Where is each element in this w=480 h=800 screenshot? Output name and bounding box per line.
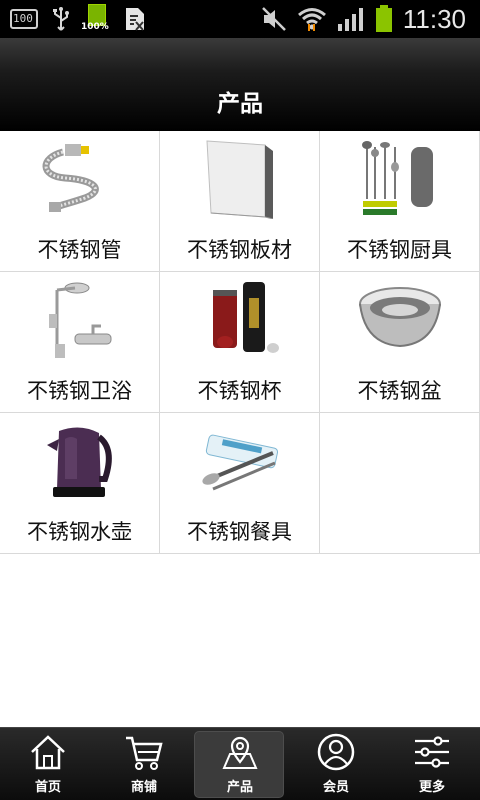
kettle-image	[30, 419, 130, 501]
map-pin-icon	[222, 736, 258, 769]
nav-more-label: 更多	[418, 780, 445, 795]
product-item-bathroom[interactable]: 不锈钢卫浴	[0, 272, 160, 413]
hose-image	[30, 137, 130, 219]
basin-image	[350, 278, 450, 360]
sliders-icon	[415, 736, 449, 768]
product-item-sheet[interactable]: 不锈钢板材	[160, 131, 320, 272]
product-item-basin[interactable]: 不锈钢盆	[320, 272, 480, 413]
nav-shop[interactable]: 商铺	[96, 728, 192, 800]
page-title: 产品	[217, 91, 263, 117]
nav-home-label: 首页	[34, 780, 61, 795]
battery-icon	[375, 5, 392, 32]
usb-icon	[53, 7, 69, 31]
document-icon	[126, 8, 144, 31]
nav-home[interactable]: 首页	[0, 728, 96, 800]
status-bar-notifications: 100 100%	[10, 4, 146, 34]
product-label: 不锈钢厨具	[347, 238, 452, 262]
thermos-image	[190, 278, 290, 360]
clock: 11:30	[402, 3, 466, 34]
empty-cell	[320, 413, 480, 554]
battery-level-text: 100%	[81, 22, 109, 32]
wifi-icon	[297, 8, 326, 31]
product-label: 不锈钢餐具	[187, 520, 292, 544]
status-bar: 100 100% 11:30	[0, 0, 480, 38]
product-label: 不锈钢管	[37, 238, 122, 262]
battery-percent-text: 100	[13, 12, 33, 25]
bottom-nav: 首页 商铺 产品 会员 更多	[0, 727, 480, 800]
battery-full-notification-icon: 100%	[81, 4, 110, 34]
status-bar-system: 11:30	[261, 3, 466, 35]
mute-icon	[261, 7, 286, 31]
user-icon	[317, 733, 355, 771]
product-item-kitchenware[interactable]: 不锈钢厨具	[320, 131, 480, 272]
nav-products-label: 产品	[226, 780, 253, 795]
product-label: 不锈钢板材	[187, 238, 292, 262]
battery-100-notification-icon: 100	[10, 9, 38, 29]
cutlery-image	[190, 419, 290, 501]
nav-products[interactable]: 产品	[192, 728, 288, 800]
product-label: 不锈钢水壶	[27, 520, 132, 544]
product-label: 不锈钢卫浴	[27, 379, 132, 403]
product-item-cup[interactable]: 不锈钢杯	[160, 272, 320, 413]
nav-shop-label: 商铺	[130, 780, 157, 795]
kitchen-utensils-image	[350, 137, 450, 219]
nav-member[interactable]: 会员	[288, 728, 384, 800]
header-bar: 产品	[0, 38, 480, 131]
product-grid: 不锈钢管 不锈钢板材 不锈钢厨具 不锈钢卫浴 不锈钢杯 不锈钢盆 不锈钢水壶 不…	[0, 131, 480, 554]
signal-icon	[337, 8, 363, 31]
home-icon	[31, 735, 65, 770]
shower-image	[30, 278, 130, 360]
sheet-image	[190, 137, 290, 219]
product-label: 不锈钢杯	[197, 379, 282, 403]
nav-member-label: 会员	[322, 780, 349, 795]
cart-icon	[126, 736, 163, 770]
product-item-pipe[interactable]: 不锈钢管	[0, 131, 160, 272]
product-label: 不锈钢盆	[357, 379, 442, 403]
nav-more[interactable]: 更多	[384, 728, 480, 800]
product-item-tableware[interactable]: 不锈钢餐具	[160, 413, 320, 554]
product-item-kettle[interactable]: 不锈钢水壶	[0, 413, 160, 554]
